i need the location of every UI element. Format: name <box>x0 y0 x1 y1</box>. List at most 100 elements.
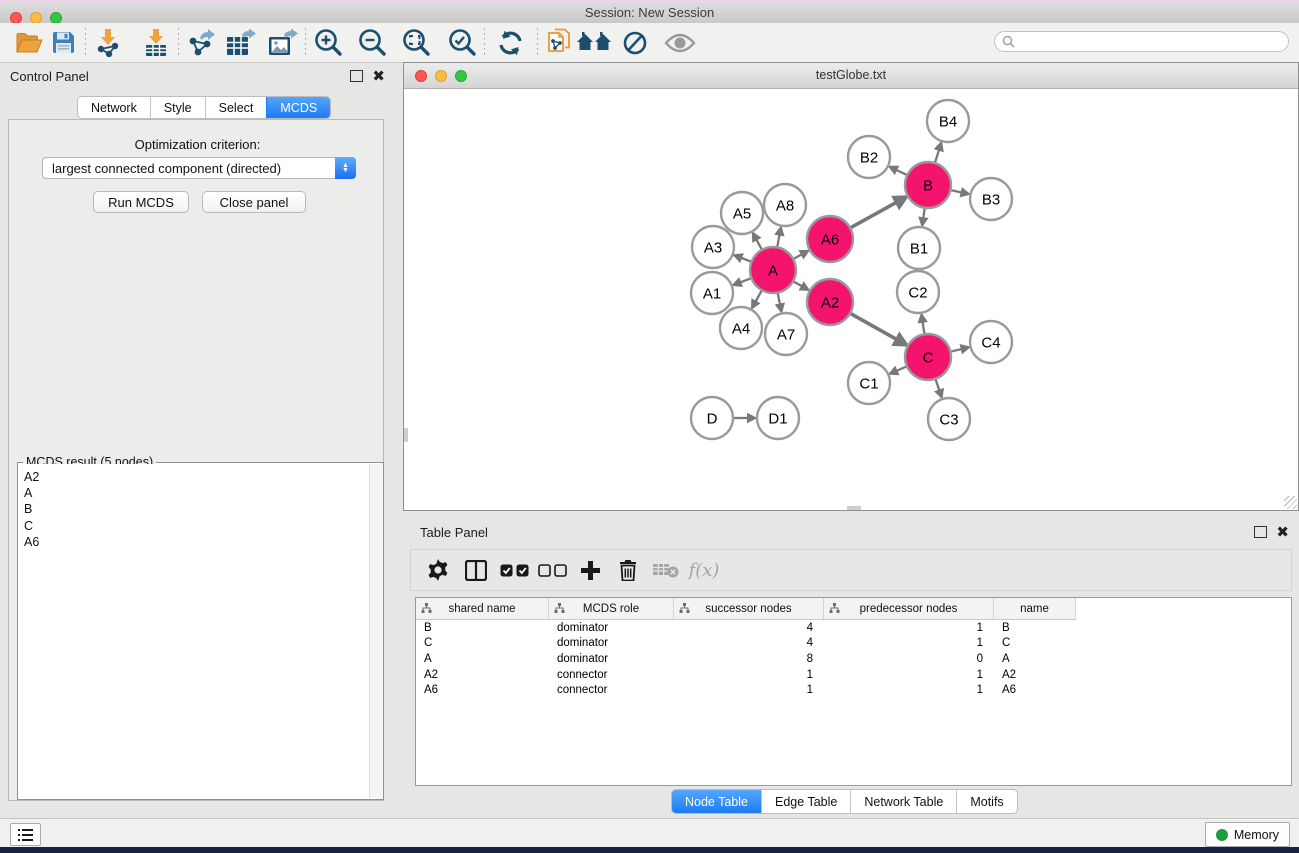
vscroll-stub[interactable] <box>847 506 861 510</box>
edge-A-A2[interactable] <box>794 282 802 287</box>
edge-C-C2[interactable] <box>923 322 925 334</box>
edge-A-A8[interactable] <box>777 235 779 247</box>
cell-name: A <box>994 653 1076 665</box>
table-row[interactable]: Bdominator41B <box>416 620 1291 636</box>
table-tab-node-table[interactable]: Node Table <box>672 790 761 813</box>
table-tab-network-table[interactable]: Network Table <box>850 790 956 813</box>
edge-C-C1[interactable] <box>897 367 907 371</box>
edge-B-B1[interactable] <box>923 209 924 218</box>
zoom-fit-icon[interactable] <box>399 27 433 59</box>
home-icon[interactable] <box>577 27 611 59</box>
cell-shared-name: B <box>416 622 549 634</box>
edge-C-C3[interactable] <box>936 380 940 391</box>
refresh-icon[interactable] <box>494 27 528 59</box>
column-header-predecessor-nodes[interactable]: predecessor nodes <box>824 598 994 619</box>
column-header-name[interactable]: name <box>994 598 1076 619</box>
node-label-B4: B4 <box>939 113 957 130</box>
zoom-in-icon[interactable] <box>311 27 345 59</box>
edge-A-A4[interactable] <box>756 291 762 302</box>
zoom-out-icon[interactable] <box>355 27 389 59</box>
save-session-icon[interactable] <box>46 27 80 59</box>
mcds-result-list[interactable]: A2ABCA6 <box>19 464 370 798</box>
node-label-C2: C2 <box>908 284 927 301</box>
toolbar-separator <box>305 28 306 58</box>
tab-select[interactable]: Select <box>205 97 267 118</box>
export-table-icon[interactable] <box>224 27 258 59</box>
result-item[interactable]: C <box>24 518 370 534</box>
float-panel-icon[interactable] <box>350 70 363 82</box>
close-panel-button[interactable]: Close panel <box>202 191 306 213</box>
edge-A-A6[interactable] <box>794 254 802 258</box>
column-header-successor-nodes[interactable]: successor nodes <box>674 598 824 619</box>
edge-A-A3[interactable] <box>741 258 751 262</box>
result-item[interactable]: A <box>24 485 370 501</box>
table-toolbar: f(x) <box>410 549 1292 591</box>
tab-network[interactable]: Network <box>78 97 150 118</box>
show-graphics-icon[interactable] <box>663 27 697 59</box>
memory-label: Memory <box>1234 828 1279 842</box>
result-item[interactable]: A2 <box>24 469 370 485</box>
panel-list-button[interactable] <box>10 823 41 846</box>
delete-table-icon[interactable] <box>647 553 685 587</box>
edge-A-A7[interactable] <box>778 294 780 305</box>
close-network-button[interactable] <box>415 70 427 82</box>
export-image-icon[interactable] <box>266 27 300 59</box>
deselect-all-icon[interactable] <box>533 553 571 587</box>
hscroll-stub[interactable] <box>404 428 408 442</box>
optimization-criterion-select[interactable]: largest connected component (directed) ▲… <box>42 157 356 179</box>
open-file-icon[interactable] <box>12 27 46 59</box>
node-label-C4: C4 <box>981 334 1000 351</box>
import-table-icon[interactable] <box>139 27 173 59</box>
table-tab-edge-table[interactable]: Edge Table <box>761 790 850 813</box>
edge-C-C4[interactable] <box>951 349 961 351</box>
column-header-MCDS-role[interactable]: MCDS role <box>549 598 674 619</box>
hide-graphics-icon[interactable] <box>619 27 653 59</box>
add-column-icon[interactable] <box>571 553 609 587</box>
duplicate-network-icon[interactable] <box>543 27 577 59</box>
run-mcds-button[interactable]: Run MCDS <box>93 191 189 213</box>
edge-A-A5[interactable] <box>756 239 761 249</box>
cell-predecessor-nodes: 1 <box>824 637 994 649</box>
minimize-network-button[interactable] <box>435 70 447 82</box>
table-body: Bdominator41BCdominator41CAdominator80AA… <box>416 620 1291 698</box>
result-item[interactable]: A6 <box>24 534 370 550</box>
memory-button[interactable]: Memory <box>1205 822 1290 847</box>
column-header-shared-name[interactable]: shared name <box>416 598 549 619</box>
edge-A2-C[interactable] <box>851 314 897 340</box>
settings-gear-icon[interactable] <box>419 553 457 587</box>
toolbar-separator <box>484 28 485 58</box>
table-row[interactable]: Adominator80A <box>416 651 1291 667</box>
edge-B-B2[interactable] <box>896 170 906 175</box>
edge-A-A1[interactable] <box>740 278 750 282</box>
close-panel-icon[interactable]: ✖ <box>372 71 385 82</box>
zoom-network-button[interactable] <box>455 70 467 82</box>
export-network-icon[interactable] <box>184 27 218 59</box>
zoom-selected-icon[interactable] <box>445 27 479 59</box>
resize-grip-icon[interactable] <box>1284 496 1297 509</box>
import-network-icon[interactable] <box>91 27 125 59</box>
edge-B-B3[interactable] <box>951 190 961 192</box>
table-row[interactable]: A6connector11A6 <box>416 682 1291 698</box>
float-table-panel-icon[interactable] <box>1254 526 1267 538</box>
edge-A6-B[interactable] <box>851 202 897 227</box>
network-window-titlebar[interactable]: testGlobe.txt <box>404 63 1298 89</box>
column-view-icon[interactable] <box>457 553 495 587</box>
network-canvas[interactable]: B4B2BB3A5A8A6B1A3AC2A1A2A4A7C4CC1DD1C3 <box>404 89 1298 510</box>
cell-name: A2 <box>994 669 1076 681</box>
select-all-icon[interactable] <box>495 553 533 587</box>
tab-mcds[interactable]: MCDS <box>266 97 330 118</box>
cell-MCDS-role: connector <box>549 684 674 696</box>
table-row[interactable]: A2connector11A2 <box>416 667 1291 683</box>
result-item[interactable]: B <box>24 501 370 517</box>
node-label-A6: A6 <box>821 231 839 248</box>
edge-B-B4[interactable] <box>935 150 939 162</box>
table-row[interactable]: Cdominator41C <box>416 636 1291 652</box>
app-title: Session: New Session <box>0 3 1299 23</box>
tab-style[interactable]: Style <box>150 97 205 118</box>
search-input[interactable] <box>994 31 1289 52</box>
result-scrollbar[interactable] <box>369 464 382 798</box>
node-table[interactable]: shared nameMCDS rolesuccessor nodesprede… <box>415 597 1292 786</box>
delete-icon[interactable] <box>609 553 647 587</box>
close-table-panel-icon[interactable]: ✖ <box>1276 527 1289 538</box>
table-tab-motifs[interactable]: Motifs <box>956 790 1016 813</box>
